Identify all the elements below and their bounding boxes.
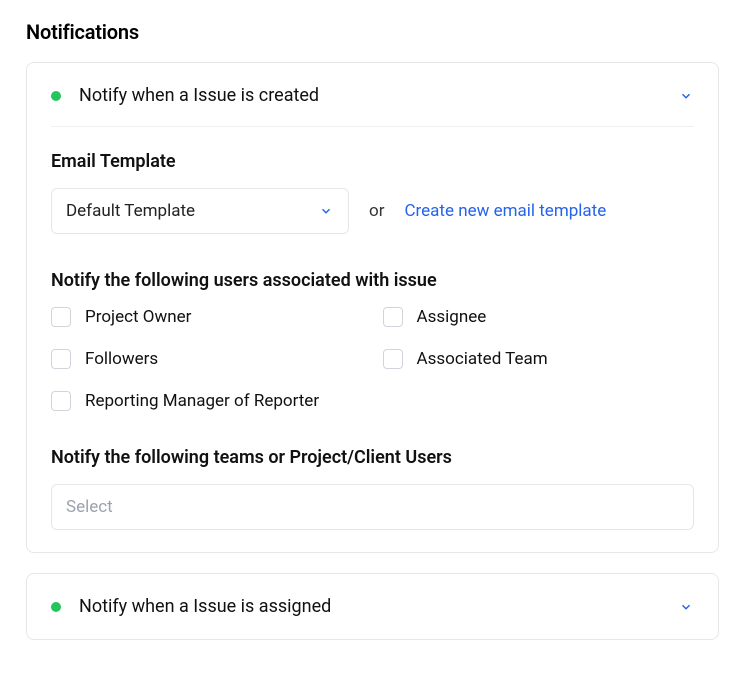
chevron-down-icon [678, 599, 694, 615]
chevron-down-icon [678, 88, 694, 104]
teams-select-placeholder: Select [66, 497, 113, 517]
checkbox-label: Reporting Manager of Reporter [85, 391, 319, 411]
status-dot-icon [51, 602, 61, 612]
notify-users-grid: Project Owner Assignee Followers Associa… [51, 307, 694, 411]
divider [51, 126, 694, 127]
checkbox-label: Followers [85, 349, 158, 369]
email-template-selected-value: Default Template [66, 201, 195, 221]
teams-select[interactable]: Select [51, 484, 694, 530]
page-title: Notifications [26, 20, 719, 44]
checkbox-assignee[interactable]: Assignee [383, 307, 695, 327]
checkbox-box [383, 307, 403, 327]
checkbox-associated-team[interactable]: Associated Team [383, 349, 695, 369]
email-template-select[interactable]: Default Template [51, 188, 349, 234]
notification-card-assigned: Notify when a Issue is assigned [26, 573, 719, 640]
accordion-title: Notify when a Issue is assigned [79, 596, 678, 617]
accordion-header-created[interactable]: Notify when a Issue is created [51, 85, 694, 106]
notify-teams-label: Notify the following teams or Project/Cl… [51, 447, 694, 468]
checkbox-followers[interactable]: Followers [51, 349, 363, 369]
checkbox-project-owner[interactable]: Project Owner [51, 307, 363, 327]
checkbox-label: Associated Team [417, 349, 548, 369]
notification-card-created: Notify when a Issue is created Email Tem… [26, 62, 719, 553]
email-template-row: Default Template or Create new email tem… [51, 188, 694, 234]
accordion-header-assigned[interactable]: Notify when a Issue is assigned [51, 596, 694, 617]
checkbox-label: Assignee [417, 307, 487, 327]
email-template-label: Email Template [51, 151, 694, 172]
checkbox-label: Project Owner [85, 307, 191, 327]
checkbox-box [383, 349, 403, 369]
checkbox-box [51, 349, 71, 369]
chevron-down-icon [318, 203, 334, 219]
checkbox-box [51, 391, 71, 411]
checkbox-box [51, 307, 71, 327]
create-template-link[interactable]: Create new email template [404, 201, 606, 221]
or-text: or [369, 201, 384, 221]
accordion-title: Notify when a Issue is created [79, 85, 678, 106]
notify-users-label: Notify the following users associated wi… [51, 270, 694, 291]
status-dot-icon [51, 91, 61, 101]
checkbox-reporting-manager[interactable]: Reporting Manager of Reporter [51, 391, 694, 411]
